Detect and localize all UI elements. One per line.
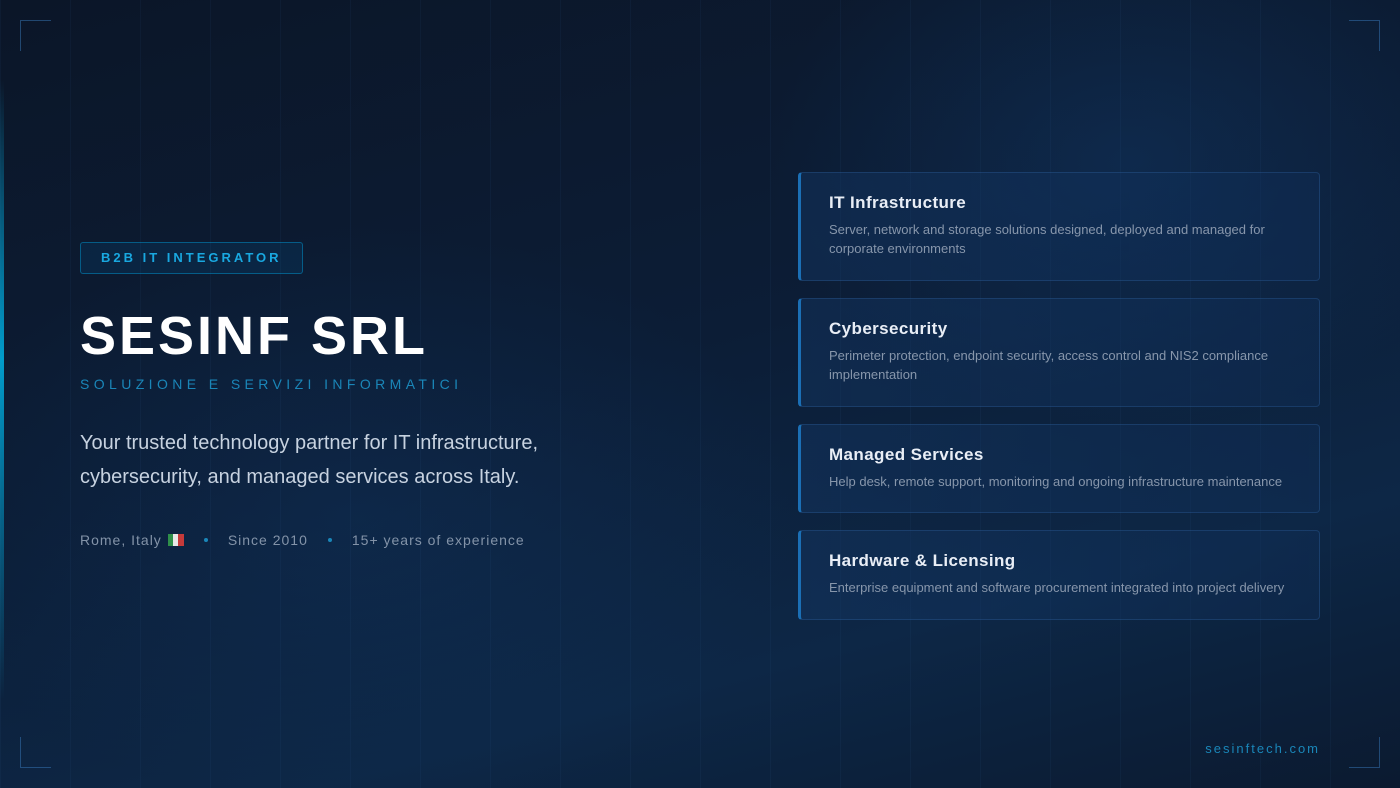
italy-flag-icon <box>167 534 184 546</box>
service-title: Hardware & Licensing <box>829 551 1016 570</box>
corner-frame-bottom-right <box>1349 737 1380 768</box>
services-list: IT Infrastructure Server, network and st… <box>798 172 1320 637</box>
service-card-cybersecurity: Cybersecurity Perimeter protection, endp… <box>798 298 1320 407</box>
location-text: Rome, Italy <box>80 532 162 548</box>
service-title: Cybersecurity <box>829 319 948 338</box>
service-card-hardware-licensing: Hardware & Licensing Enterprise equipmen… <box>798 530 1320 620</box>
company-meta: Rome, Italy Since 2010 15+ years of expe… <box>80 532 700 548</box>
company-title: SESINF SRL <box>80 306 429 366</box>
website-link[interactable]: sesinftech.com <box>1205 741 1320 756</box>
separator-dot <box>203 538 208 542</box>
service-title: Managed Services <box>829 445 984 464</box>
service-card-it-infrastructure: IT Infrastructure Server, network and st… <box>798 172 1320 281</box>
left-accent-line <box>0 80 4 700</box>
corner-frame-top-right <box>1349 20 1380 51</box>
separator-dot <box>327 538 332 542</box>
service-description: Server, network and storage solutions de… <box>829 222 1265 256</box>
since-text: Since 2010 <box>227 532 308 548</box>
service-card-managed-services: Managed Services Help desk, remote suppo… <box>798 424 1320 513</box>
category-badge: B2B IT INTEGRATOR <box>80 242 303 274</box>
hero-section: B2B IT INTEGRATOR SESINF SRL SOLUZIONE E… <box>80 242 700 548</box>
tagline: Your trusted technology partner for IT i… <box>80 432 539 488</box>
corner-frame-top-left <box>20 20 51 51</box>
corner-frame-bottom-left <box>20 737 51 768</box>
service-description: Help desk, remote support, monitoring an… <box>829 474 1283 489</box>
service-title: IT Infrastructure <box>829 193 967 212</box>
service-description: Perimeter protection, endpoint security,… <box>829 348 1269 382</box>
company-subtitle: SOLUZIONE E SERVIZI INFORMATICI <box>80 376 463 392</box>
service-description: Enterprise equipment and software procur… <box>829 580 1285 595</box>
experience-text: 15+ years of experience <box>351 532 525 548</box>
